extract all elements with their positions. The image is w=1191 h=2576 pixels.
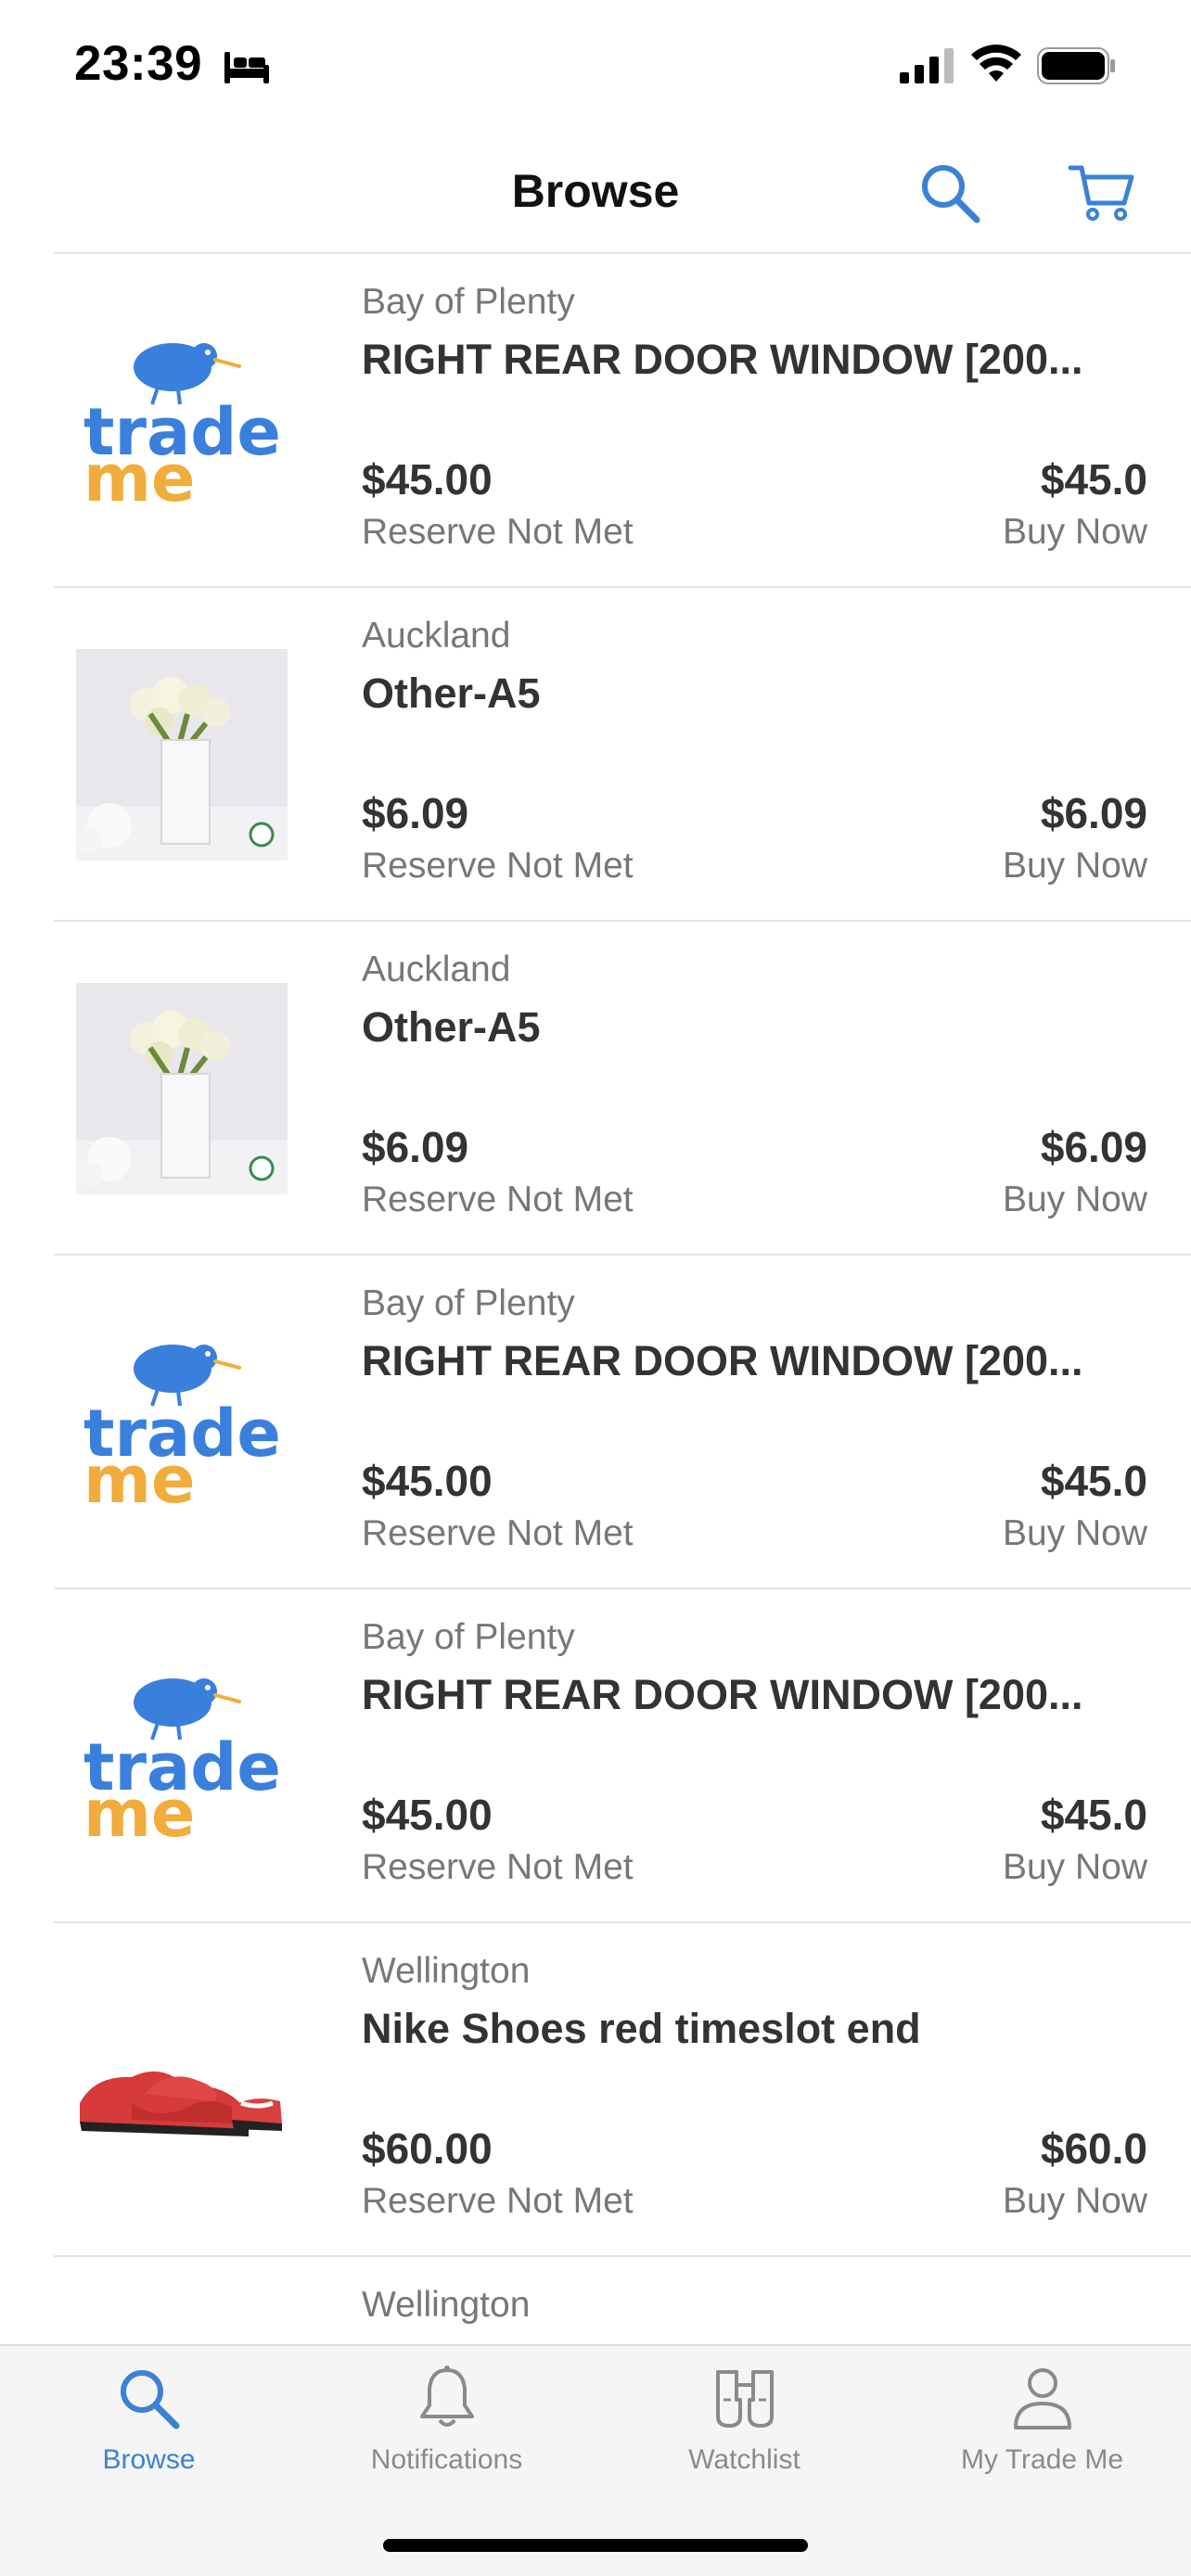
listing-thumbnail <box>76 1984 288 2196</box>
reserve-status: Reserve Not Met <box>362 512 634 552</box>
navigation-bar: Browse <box>0 134 1191 253</box>
listing-item[interactable]: Auckland Other-A5 $6.09 Reserve Not Met … <box>0 588 1191 922</box>
listing-title: RIGHT REAR DOOR WINDOW [200... <box>362 1671 1083 1718</box>
listing-current-price: $45.00 <box>362 1791 493 1839</box>
reserve-status: Reserve Not Met <box>362 846 634 886</box>
listing-title: RIGHT REAR DOOR WINDOW [200... <box>362 1337 1083 1384</box>
listing-region: Bay of Plenty <box>362 282 575 322</box>
listing-item[interactable]: Bay of Plenty RIGHT REAR DOOR WINDOW [20… <box>0 254 1191 588</box>
listing-thumbnail <box>76 315 288 527</box>
vase-photo <box>76 983 288 1194</box>
search-icon[interactable] <box>914 157 988 231</box>
tab-label: Watchlist <box>688 2444 800 2475</box>
buy-now-label: Buy Now <box>1002 1847 1147 1887</box>
status-bar: 23:39 <box>0 0 1191 134</box>
binoculars-icon <box>715 2370 774 2428</box>
battery-icon <box>1037 47 1115 84</box>
listing-title: RIGHT REAR DOOR WINDOW [200... <box>362 336 1083 383</box>
reserve-status: Reserve Not Met <box>362 1847 634 1887</box>
person-icon <box>1013 2368 1071 2429</box>
listing-thumbnail <box>76 983 288 1194</box>
buy-now-label: Buy Now <box>1002 1513 1147 1553</box>
listing-item[interactable]: Wellington <box>0 2257 1191 2344</box>
reserve-status: Reserve Not Met <box>362 1513 634 1553</box>
listing-current-price: $60.00 <box>362 2124 493 2173</box>
trade-me-logo <box>76 1317 288 1528</box>
red-object-photo <box>76 2318 288 2344</box>
listing-title: Other-A5 <box>362 1003 541 1051</box>
buy-now-label: Buy Now <box>1002 1180 1147 1219</box>
tab-notifications[interactable]: Notifications <box>298 2363 596 2502</box>
vase-photo <box>76 649 288 861</box>
tab-label: Browse <box>102 2444 196 2475</box>
cart-icon[interactable] <box>1065 155 1139 229</box>
status-time: 23:39 <box>74 36 203 91</box>
bell-icon <box>419 2366 474 2427</box>
buy-now-label: Buy Now <box>1002 2181 1147 2221</box>
shoe-photo <box>76 1984 288 2196</box>
search-icon <box>120 2370 179 2429</box>
listing-item[interactable]: Auckland Other-A5 $6.09 Reserve Not Met … <box>0 922 1191 1256</box>
buy-now-price: $45.0 <box>1040 1457 1147 1505</box>
reserve-status: Reserve Not Met <box>362 1180 634 1219</box>
listing-region: Wellington <box>362 2285 531 2325</box>
buy-now-price: $6.09 <box>1040 789 1147 837</box>
buy-now-price: $6.09 <box>1040 1123 1147 1171</box>
home-indicator[interactable] <box>383 2539 808 2552</box>
listing-current-price: $45.00 <box>362 1457 493 1505</box>
buy-now-label: Buy Now <box>1002 512 1147 552</box>
listing-current-price: $45.00 <box>362 455 493 504</box>
listing-title: Other-A5 <box>362 670 541 717</box>
tab-my-trade-me[interactable]: My Trade Me <box>893 2363 1191 2502</box>
listing-item[interactable]: Bay of Plenty RIGHT REAR DOOR WINDOW [20… <box>0 1256 1191 1589</box>
tab-browse[interactable]: Browse <box>0 2363 298 2502</box>
listing-region: Auckland <box>362 950 511 989</box>
listing-current-price: $6.09 <box>362 789 469 837</box>
reserve-status: Reserve Not Met <box>362 2181 634 2221</box>
tab-label: My Trade Me <box>960 2444 1124 2475</box>
wifi-icon <box>971 45 1021 82</box>
listing-list[interactable]: Bay of Plenty RIGHT REAR DOOR WINDOW [20… <box>0 254 1191 2344</box>
trade-me-logo <box>76 1651 288 1862</box>
listing-thumbnail <box>76 2318 288 2344</box>
listing-item[interactable]: Bay of Plenty RIGHT REAR DOOR WINDOW [20… <box>0 1589 1191 1923</box>
listing-thumbnail <box>76 649 288 861</box>
buy-now-label: Buy Now <box>1002 846 1147 886</box>
listing-region: Bay of Plenty <box>362 1617 575 1657</box>
listing-region: Auckland <box>362 616 511 656</box>
listing-region: Wellington <box>362 1951 531 1991</box>
listing-thumbnail <box>76 1317 288 1528</box>
listing-current-price: $6.09 <box>362 1123 469 1171</box>
listing-title: Nike Shoes red timeslot end <box>362 2005 921 2052</box>
page-title: Browse <box>511 165 680 217</box>
buy-now-price: $45.0 <box>1040 1791 1147 1839</box>
buy-now-price: $45.0 <box>1040 455 1147 504</box>
buy-now-price: $60.0 <box>1040 2124 1147 2173</box>
listing-thumbnail <box>76 1651 288 1862</box>
tab-label: Notifications <box>370 2444 523 2475</box>
trade-me-logo <box>76 315 288 527</box>
sleep-focus-icon <box>224 52 269 83</box>
cellular-signal-icon <box>900 48 954 83</box>
listing-item[interactable]: Wellington Nike Shoes red timeslot end $… <box>0 1923 1191 2257</box>
listing-region: Bay of Plenty <box>362 1283 575 1323</box>
tab-watchlist[interactable]: Watchlist <box>596 2363 893 2502</box>
